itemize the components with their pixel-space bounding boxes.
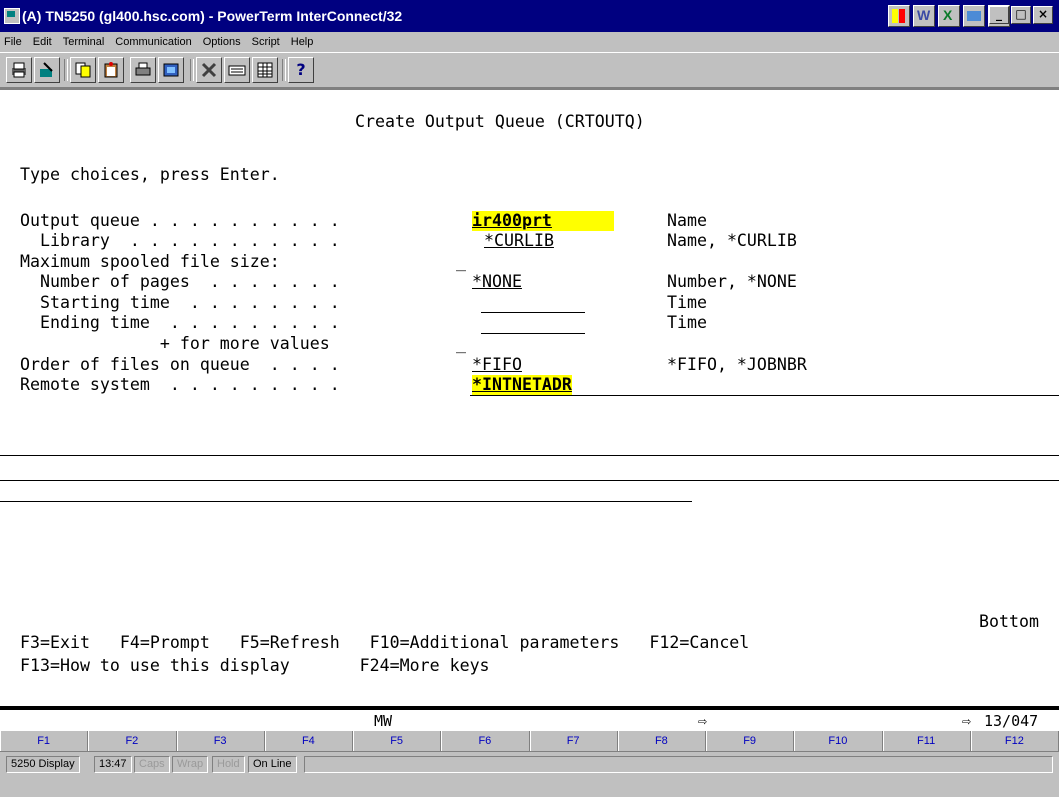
- arrow-icon: ⇨: [698, 712, 708, 730]
- fkey-f8[interactable]: F8: [618, 731, 706, 751]
- menu-help[interactable]: Help: [291, 32, 314, 52]
- ending-time-input[interactable]: [481, 333, 585, 334]
- field-hint-library: Name, *CURLIB: [667, 231, 797, 250]
- toolbar-separator: [64, 59, 68, 81]
- starting-time-input[interactable]: [481, 312, 585, 313]
- more-values-input[interactable]: _: [456, 334, 466, 354]
- status-hold: Hold: [212, 756, 245, 773]
- max-spooled-input[interactable]: _: [456, 252, 466, 272]
- separator-line: [0, 501, 692, 502]
- fkey-f9[interactable]: F9: [706, 731, 795, 751]
- wizard-icon[interactable]: [34, 57, 60, 83]
- status-indicator: MW: [374, 712, 393, 730]
- terminal-screen[interactable]: Create Output Queue (CRTOUTQ) Type choic…: [0, 88, 1059, 706]
- word-icon[interactable]: [913, 5, 935, 27]
- menu-terminal[interactable]: Terminal: [63, 32, 105, 52]
- field-label-starting-time: Starting time . . . . . . . .: [20, 293, 340, 312]
- status-wrap: Wrap: [172, 756, 209, 773]
- field-hint-output-queue: Name: [667, 211, 707, 230]
- field-label-output-queue: Output queue . . . . . . . . . .: [20, 211, 340, 230]
- fkey-f6[interactable]: F6: [441, 731, 530, 751]
- field-label-order-of-files: Order of files on queue . . . .: [20, 355, 340, 374]
- fkey-f4[interactable]: F4: [265, 731, 353, 751]
- function-key-bar: F1 F2 F3 F4 F5 F6 F7 F8 F9 F10 F11 F12: [0, 730, 1059, 752]
- separator-line: [0, 455, 1059, 456]
- status-mode: 5250 Display: [6, 756, 80, 773]
- instruction-text: Type choices, press Enter.: [20, 165, 280, 184]
- remote-system-underline: [470, 395, 1059, 396]
- menu-options[interactable]: Options: [203, 32, 241, 52]
- monitor-icon[interactable]: [963, 5, 985, 27]
- status-bar: 5250 Display 13:47 Caps Wrap Hold On Lin…: [0, 752, 1059, 797]
- fkey-f3[interactable]: F3: [177, 731, 265, 751]
- help-icon[interactable]: ?: [288, 57, 314, 83]
- field-label-max-spooled: Maximum spooled file size:: [20, 252, 280, 271]
- field-label-remote-system: Remote system . . . . . . . . .: [20, 375, 340, 394]
- remote-system-input[interactable]: *INTNETADR: [472, 375, 572, 395]
- toolbar-separator: [190, 59, 194, 81]
- library-input[interactable]: *CURLIB: [484, 231, 614, 251]
- terminal-status-line: MW ⇨ ⇨ 13/047: [0, 706, 1059, 730]
- toolbar-separator: [282, 59, 286, 81]
- image-icon[interactable]: [158, 57, 184, 83]
- window-title: (A) TN5250 (gl400.hsc.com) - PowerTerm I…: [22, 8, 403, 24]
- screen-title: Create Output Queue (CRTOUTQ): [355, 112, 645, 131]
- field-hint-order-of-files: *FIFO, *JOBNBR: [667, 355, 807, 374]
- excel-icon[interactable]: [938, 5, 960, 27]
- printer-icon[interactable]: [130, 57, 156, 83]
- field-hint-ending-time: Time: [667, 313, 707, 332]
- menu-edit[interactable]: Edit: [33, 32, 52, 52]
- paste-icon[interactable]: [98, 57, 124, 83]
- fkey-f2[interactable]: F2: [88, 731, 177, 751]
- field-label-library: Library . . . . . . . . . . .: [20, 231, 340, 250]
- tools-icon[interactable]: [196, 57, 222, 83]
- status-empty-panel: [304, 756, 1053, 773]
- field-label-ending-time: Ending time . . . . . . . . .: [20, 313, 340, 332]
- toolbar: ?: [0, 52, 1059, 88]
- number-of-pages-input[interactable]: *NONE: [472, 272, 626, 292]
- close-button[interactable]: ×: [1033, 6, 1053, 24]
- fkey-f1[interactable]: F1: [0, 731, 89, 751]
- grid-icon[interactable]: [252, 57, 278, 83]
- separator-line: [0, 480, 1059, 481]
- menu-script[interactable]: Script: [252, 32, 280, 52]
- function-keys-line-1: F3=Exit F4=Prompt F5=Refresh F10=Additio…: [20, 633, 750, 652]
- field-hint-number-of-pages: Number, *NONE: [667, 272, 797, 291]
- field-hint-starting-time: Time: [667, 293, 707, 312]
- output-queue-input[interactable]: ir400prt: [472, 211, 614, 231]
- more-indicator: Bottom: [979, 612, 1039, 631]
- more-values-label: + for more values: [20, 334, 330, 353]
- fkey-f11[interactable]: F11: [883, 731, 971, 751]
- menu-communication[interactable]: Communication: [115, 32, 191, 52]
- maximize-button[interactable]: □: [1011, 6, 1031, 24]
- app-icon[interactable]: [4, 8, 20, 24]
- status-online: On Line: [248, 756, 297, 773]
- order-of-files-input[interactable]: *FIFO: [472, 355, 578, 375]
- fkey-f7[interactable]: F7: [530, 731, 618, 751]
- status-caps: Caps: [134, 756, 170, 773]
- menu-file[interactable]: File: [4, 32, 22, 52]
- function-keys-line-2: F13=How to use this display F24=More key…: [20, 656, 490, 675]
- cursor-position: 13/047: [984, 712, 1039, 730]
- fkey-f12[interactable]: F12: [971, 731, 1059, 751]
- title-bar[interactable]: (A) TN5250 (gl400.hsc.com) - PowerTerm I…: [0, 0, 1059, 32]
- minimize-button[interactable]: _: [989, 6, 1009, 24]
- bar-chart-icon[interactable]: [888, 5, 910, 27]
- cursor-arrow-icon: ⇨: [962, 712, 972, 730]
- status-time: 13:47: [94, 756, 132, 773]
- field-label-number-of-pages: Number of pages . . . . . . .: [20, 272, 340, 291]
- fkey-f10[interactable]: F10: [794, 731, 883, 751]
- print-icon[interactable]: [6, 57, 32, 83]
- fkey-f5[interactable]: F5: [353, 731, 442, 751]
- copy-icon[interactable]: [70, 57, 96, 83]
- menu-bar: File Edit Terminal Communication Options…: [0, 32, 1059, 52]
- keyboard-icon[interactable]: [224, 57, 250, 83]
